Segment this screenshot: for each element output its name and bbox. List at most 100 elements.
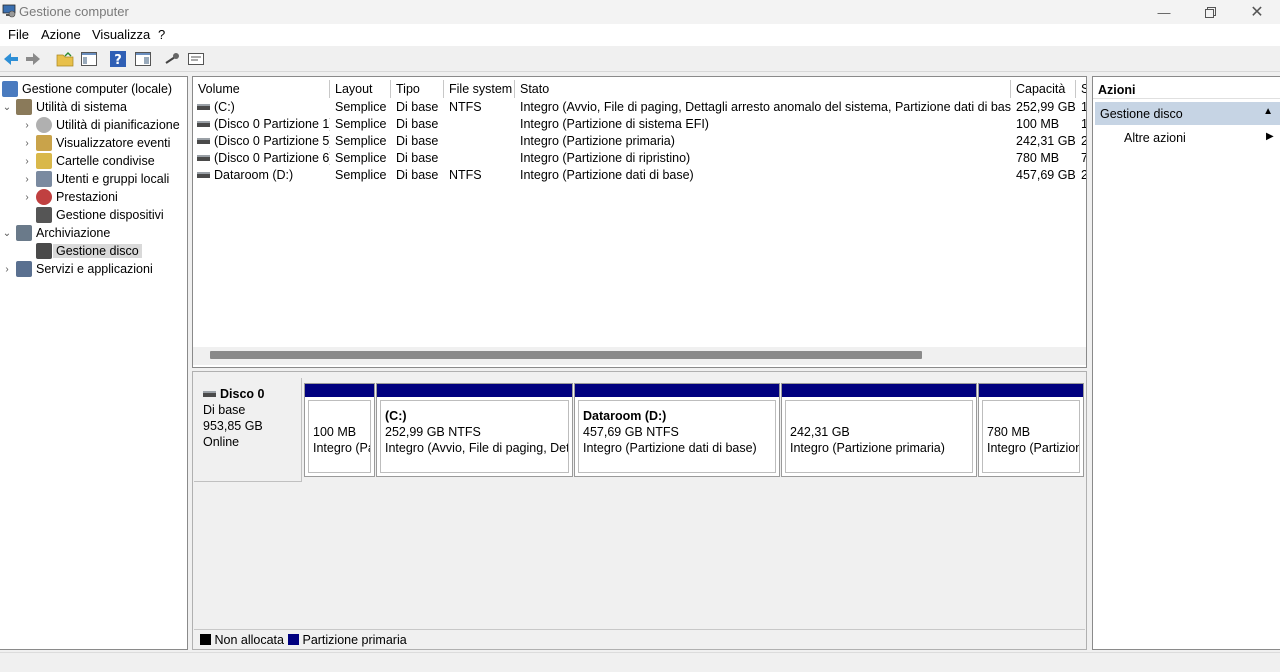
- properties-pane-icon[interactable]: [134, 50, 152, 68]
- cell-text: Semplice: [335, 100, 387, 114]
- table-cell: 242,31 GB: [1016, 133, 1076, 150]
- table-cell: Semplice: [335, 150, 391, 167]
- column-file-system[interactable]: File system: [444, 80, 515, 98]
- column-layout[interactable]: Layout: [330, 80, 391, 98]
- tree-item-5[interactable]: › Utenti e gruppi locali: [22, 170, 169, 188]
- tree-item-7[interactable]: Gestione dispositivi: [22, 206, 164, 224]
- column-header-row: Volume Layout Tipo File system Stato Cap…: [193, 80, 1086, 98]
- folder-up-icon[interactable]: [56, 50, 74, 68]
- table-cell: 780 MB: [1016, 150, 1076, 167]
- partition-size: 252,99 GB NTFS: [385, 425, 481, 439]
- legend-label-unallocated: Non allocata: [214, 633, 284, 647]
- more-actions-item[interactable]: Altre azioni: [1124, 131, 1186, 145]
- forward-arrow-icon[interactable]: [24, 50, 42, 68]
- horizontal-scrollbar[interactable]: [193, 347, 1086, 365]
- legend-primary: Partizione primaria: [288, 633, 407, 647]
- table-row[interactable]: (Disco 0 Partizione 1) Semplice Di base Int…: [193, 116, 1086, 133]
- tree-item-10[interactable]: › Servizi e applicazioni: [2, 260, 153, 278]
- disk-management-icon: [36, 243, 52, 259]
- menu-azione[interactable]: Azione: [41, 27, 81, 42]
- drive-icon: [197, 171, 210, 178]
- cell-text: 252,99 GB: [1016, 100, 1076, 114]
- partition-size: 100 MB: [313, 425, 357, 439]
- status-bar: [0, 652, 1280, 672]
- cell-text: 1: [1081, 117, 1086, 131]
- chevron-right-icon[interactable]: ›: [22, 120, 32, 131]
- partition-block[interactable]: 780 MB Integro (Partizion: [978, 383, 1084, 477]
- chevron-right-icon[interactable]: ›: [2, 264, 12, 275]
- restore-button[interactable]: [1187, 0, 1233, 24]
- tree-item-1[interactable]: ⌄ Utilità di sistema: [2, 98, 127, 116]
- tree-item-4[interactable]: › Cartelle condivise: [22, 152, 155, 170]
- partition-block[interactable]: 100 MB Integro (Pa: [304, 383, 375, 477]
- column-capacita[interactable]: Capacità: [1011, 80, 1076, 98]
- partition-size: 457,69 GB NTFS: [583, 425, 679, 439]
- connect-icon[interactable]: [163, 50, 181, 68]
- column-tipo[interactable]: Tipo: [391, 80, 444, 98]
- table-cell: (Disco 0 Partizione 1): [197, 116, 330, 133]
- scrollbar-thumb[interactable]: [210, 351, 922, 359]
- menu-visualizza[interactable]: Visualizza: [92, 27, 150, 42]
- table-row[interactable]: (Disco 0 Partizione 5) Semplice Di base Int…: [193, 133, 1086, 150]
- column-s[interactable]: S: [1076, 80, 1086, 98]
- tree-item-9[interactable]: Gestione disco: [22, 242, 142, 260]
- cell-text: Di base: [396, 117, 439, 131]
- partition-status: Integro (Partizione dati di base): [583, 441, 757, 455]
- close-button[interactable]: ✕: [1234, 0, 1280, 24]
- actions-section-gestione-disco[interactable]: Gestione disco ▲: [1095, 102, 1280, 125]
- minimize-icon: —: [1157, 4, 1171, 20]
- toolbar: ?: [0, 46, 1280, 72]
- show-hide-tree-icon[interactable]: [80, 50, 98, 68]
- table-cell: Dataroom (D:): [197, 167, 330, 184]
- cell-text: Semplice: [335, 117, 387, 131]
- menu-file[interactable]: File: [8, 27, 29, 42]
- cell-text: (Disco 0 Partizione 1): [214, 117, 330, 131]
- settings-list-icon[interactable]: [187, 50, 205, 68]
- menu-help[interactable]: ?: [158, 27, 165, 42]
- partition-status: Integro (Partizion: [987, 441, 1080, 455]
- column-stato[interactable]: Stato: [515, 80, 1011, 98]
- table-cell: 1: [1081, 116, 1086, 133]
- table-cell: Di base: [396, 133, 444, 150]
- chevron-right-icon[interactable]: ›: [22, 138, 32, 149]
- table-cell: Integro (Partizione di ripristino): [520, 150, 1011, 167]
- legend-unallocated: Non allocata: [200, 633, 284, 647]
- chevron-right-icon[interactable]: ›: [22, 156, 32, 167]
- partition-block[interactable]: Dataroom (D:) 457,69 GB NTFS Integro (Part…: [574, 383, 780, 477]
- tree-item-3[interactable]: › Visualizzatore eventi: [22, 134, 170, 152]
- chevron-down-icon[interactable]: ⌄: [2, 102, 12, 113]
- table-cell: NTFS: [449, 99, 515, 116]
- tree-item-0[interactable]: Gestione computer (locale): [2, 80, 172, 98]
- table-cell: Semplice: [335, 99, 391, 116]
- partition-block[interactable]: 242,31 GB Integro (Partizione primaria): [781, 383, 977, 477]
- partition-status: Integro (Avvio, File di paging, Dett: [385, 441, 569, 455]
- table-row[interactable]: (Disco 0 Partizione 6) Semplice Di base Int…: [193, 150, 1086, 167]
- tree-item-2[interactable]: › Utilità di pianificazione: [22, 116, 180, 134]
- volume-rows: (C:) Semplice Di base NTFS Integro (Avvio, F…: [193, 99, 1086, 199]
- cell-text: Semplice: [335, 134, 387, 148]
- back-arrow-icon[interactable]: [2, 50, 20, 68]
- table-cell: (Disco 0 Partizione 6): [197, 150, 330, 167]
- users-icon: [36, 171, 52, 187]
- table-row[interactable]: (C:) Semplice Di base NTFS Integro (Avvio, F…: [193, 99, 1086, 116]
- minimize-button[interactable]: —: [1141, 0, 1187, 24]
- help-icon[interactable]: ?: [109, 50, 127, 68]
- cell-text: Dataroom (D:): [214, 168, 294, 182]
- tree-item-8[interactable]: ⌄ Archiviazione: [2, 224, 110, 242]
- table-cell: Semplice: [335, 133, 391, 150]
- chevron-right-icon[interactable]: ›: [22, 174, 32, 185]
- cell-text: Di base: [396, 168, 439, 182]
- chevron-down-icon[interactable]: ⌄: [2, 228, 12, 239]
- partition-details: 100 MB Integro (Pa: [308, 400, 371, 473]
- collapse-up-icon[interactable]: ▲: [1263, 106, 1273, 117]
- cell-text: Di base: [396, 100, 439, 114]
- navigation-tree: Gestione computer (locale) ⌄ Utilità di si…: [0, 76, 188, 650]
- table-cell: [449, 116, 515, 133]
- table-row[interactable]: Dataroom (D:) Semplice Di base NTFS Integro …: [193, 167, 1086, 184]
- chevron-right-icon[interactable]: ›: [22, 192, 32, 203]
- partition-block[interactable]: (C:) 252,99 GB NTFS Integro (Avvio, File d…: [376, 383, 573, 477]
- window-title: Gestione computer: [19, 4, 129, 19]
- tree-item-6[interactable]: › Prestazioni: [22, 188, 118, 206]
- column-volume[interactable]: Volume: [193, 80, 330, 98]
- actions-section-label: Gestione disco: [1100, 107, 1183, 121]
